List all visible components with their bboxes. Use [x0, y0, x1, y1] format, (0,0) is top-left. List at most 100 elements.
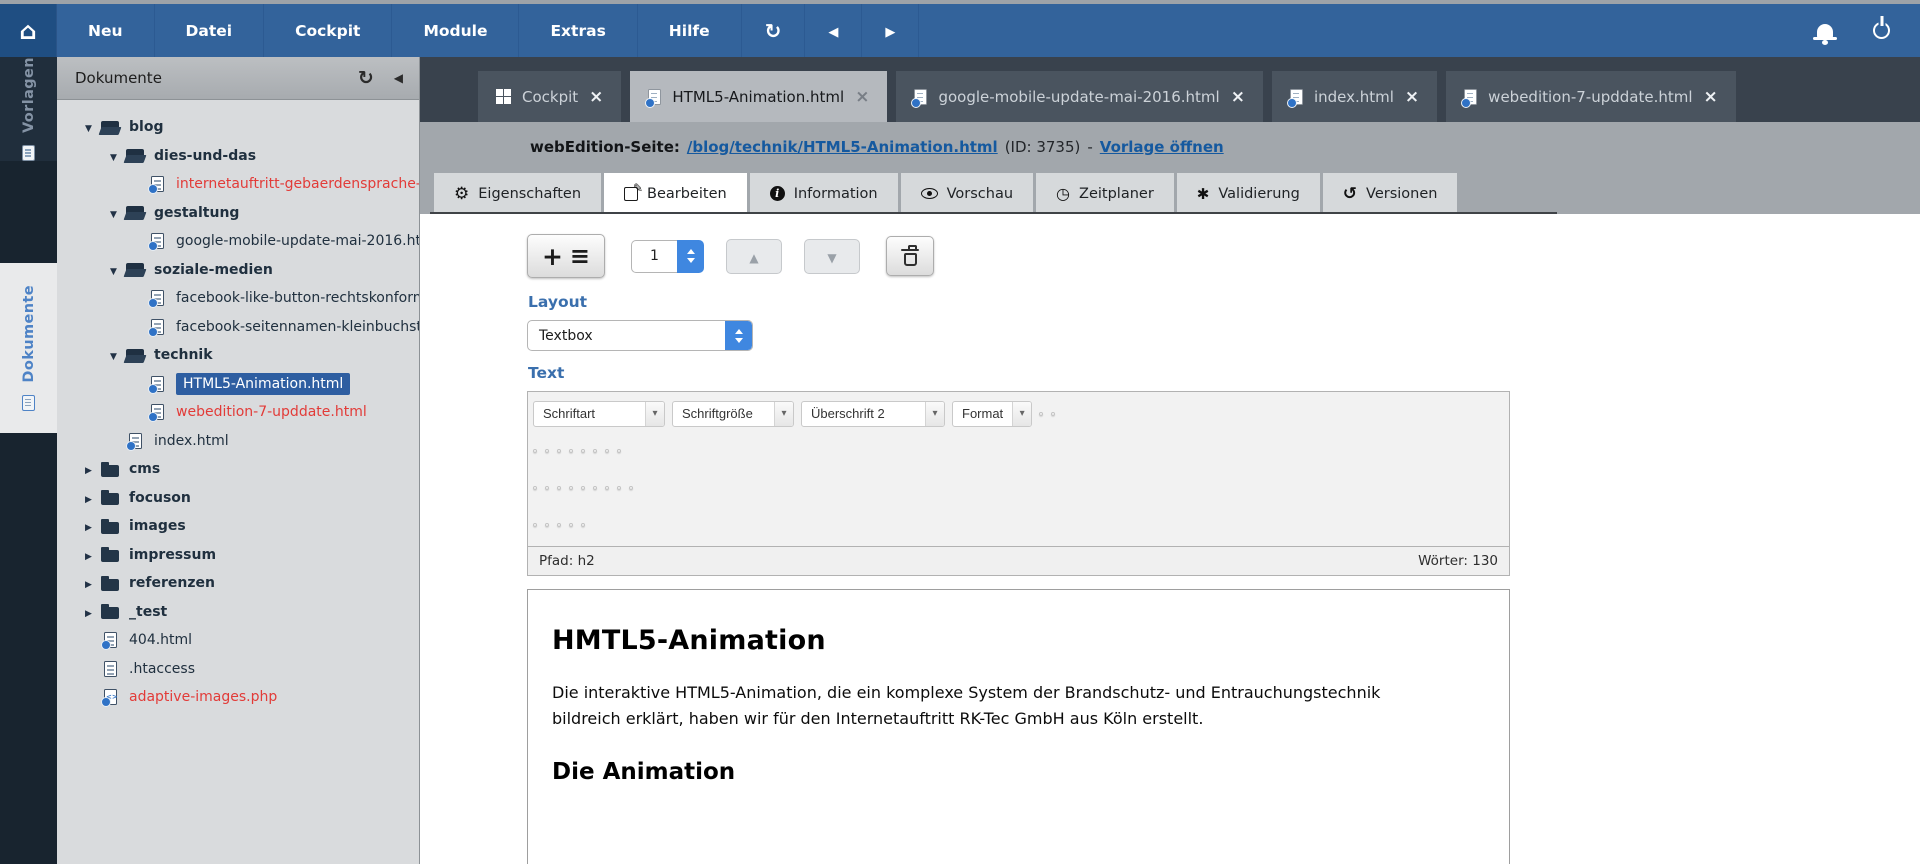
logout-button[interactable] — [1873, 4, 1890, 57]
move-down-button[interactable] — [804, 239, 860, 274]
toolbar-select-label: Schriftgröße — [673, 402, 774, 426]
tree-item-label: internetauftritt-gebaerdensprache-video — [176, 176, 419, 192]
history-forward-button[interactable] — [862, 4, 919, 57]
tree-item[interactable]: blog — [57, 113, 419, 142]
tree-item[interactable]: dies-und-das — [57, 142, 419, 171]
tree-item[interactable]: images — [57, 512, 419, 541]
section-tab[interactable]: Versionen — [1323, 173, 1458, 214]
rail-tab[interactable]: Dokumente — [0, 263, 57, 433]
tree-item-label: index.html — [154, 433, 229, 449]
toolbar-group — [581, 486, 585, 490]
menu-item[interactable]: Cockpit — [264, 4, 392, 57]
stepper-spinner[interactable] — [677, 240, 704, 273]
toolbar-group — [581, 523, 585, 527]
expander-icon[interactable] — [85, 461, 101, 477]
block-format-select[interactable]: Überschrift 2 — [801, 401, 945, 427]
tree-item[interactable]: focuson — [57, 484, 419, 513]
tree-item[interactable]: google-mobile-update-mai-2016.html — [57, 227, 419, 256]
close-tab-icon[interactable] — [589, 88, 603, 106]
editor-column: 1 Layout — [527, 233, 1510, 864]
tree-item[interactable]: .htaccess — [57, 655, 419, 684]
richtext-content[interactable]: HMTL5-Animation Die interaktive HTML5-An… — [527, 589, 1510, 864]
tree-refresh-button[interactable] — [358, 67, 374, 89]
menu-item[interactable]: Extras — [519, 4, 637, 57]
close-tab-icon[interactable] — [855, 88, 869, 106]
section-tab[interactable]: Validierung — [1177, 173, 1320, 214]
document-tab[interactable]: HTML5-Animation.html — [630, 71, 887, 122]
section-tab[interactable]: Bearbeiten — [604, 173, 747, 214]
section-tab[interactable]: Eigenschaften — [434, 173, 601, 214]
folder-closed-icon — [101, 575, 121, 592]
tree-item[interactable]: internetauftritt-gebaerdensprache-video — [57, 170, 419, 199]
document-tab[interactable]: webedition-7-upddate.html — [1446, 71, 1736, 122]
document-icon — [22, 395, 35, 411]
menu-item[interactable]: Module — [392, 4, 519, 57]
tree-item[interactable]: facebook-seitennamen-kleinbuchstaben — [57, 313, 419, 342]
power-icon — [1873, 22, 1890, 39]
section-tab[interactable]: Zeitplaner — [1036, 173, 1174, 214]
menu-item[interactable]: Neu — [57, 4, 155, 57]
editor-statusbar: Pfad: h2 Wörter: 130 — [527, 547, 1510, 576]
rail-tab[interactable]: Vorlagen — [0, 57, 57, 161]
toolbar-group — [1051, 412, 1055, 416]
section-tab[interactable]: Vorschau — [901, 173, 1033, 214]
tree-item[interactable]: facebook-like-button-rechtskonform-eins — [57, 284, 419, 313]
tree-item-label: images — [129, 518, 186, 534]
tree-item[interactable]: HTML5-Animation.html — [57, 370, 419, 399]
list-icon — [570, 244, 590, 268]
tree-item-label: cms — [129, 461, 160, 477]
section-tab[interactable]: Information — [750, 173, 898, 214]
folder-open-icon — [126, 347, 146, 364]
tree-item[interactable]: cms — [57, 455, 419, 484]
delete-block-button[interactable] — [886, 236, 934, 276]
document-tab[interactable]: google-mobile-update-mai-2016.html — [896, 71, 1263, 122]
expander-icon[interactable] — [85, 490, 101, 506]
page-info-bar: webEdition-Seite: /blog/technik/HTML5-An… — [420, 122, 1920, 171]
tree-item[interactable]: soziale-medien — [57, 256, 419, 285]
tree-item[interactable]: index.html — [57, 427, 419, 456]
close-tab-icon[interactable] — [1405, 88, 1419, 106]
folder-open-icon — [126, 147, 146, 164]
font-size-select[interactable]: Schriftgröße — [672, 401, 794, 427]
menu-item[interactable]: Hilfe — [638, 4, 742, 57]
add-block-button[interactable] — [527, 234, 605, 278]
main-menubar: NeuDateiCockpitModuleExtrasHilfe — [0, 4, 1920, 57]
folder-open-icon — [126, 261, 146, 278]
tree-item[interactable]: adaptive-images.php — [57, 683, 419, 712]
style-select[interactable]: Format — [952, 401, 1032, 427]
arrow-down-icon — [827, 247, 836, 266]
reload-button[interactable] — [742, 4, 806, 57]
file-icon — [151, 319, 164, 335]
home-button[interactable] — [0, 4, 57, 57]
tree-item[interactable]: webedition-7-upddate.html — [57, 398, 419, 427]
toolbar-group — [605, 486, 609, 490]
menu-item[interactable]: Datei — [155, 4, 265, 57]
layout-select[interactable]: Textbox — [527, 320, 753, 351]
tree-item[interactable]: referenzen — [57, 569, 419, 598]
page-path-link[interactable]: /blog/technik/HTML5-Animation.html — [687, 138, 998, 156]
tree-item[interactable]: 404.html — [57, 626, 419, 655]
tree-item[interactable]: impressum — [57, 541, 419, 570]
tree-item-label: facebook-like-button-rechtskonform-eins — [176, 290, 419, 306]
expander-icon[interactable] — [85, 575, 101, 591]
open-template-link[interactable]: Vorlage öffnen — [1100, 138, 1224, 156]
file-icon — [151, 290, 164, 306]
expander-icon[interactable] — [85, 518, 101, 534]
expander-icon[interactable] — [85, 604, 101, 620]
tree-item[interactable]: gestaltung — [57, 199, 419, 228]
tree-collapse-button[interactable] — [394, 71, 403, 85]
document-tab[interactable]: index.html — [1272, 71, 1437, 122]
font-family-select[interactable]: Schriftart — [533, 401, 665, 427]
expander-icon[interactable] — [85, 547, 101, 563]
document-tab[interactable]: Cockpit — [478, 71, 621, 122]
close-tab-icon[interactable] — [1231, 88, 1245, 106]
move-up-button[interactable] — [726, 239, 782, 274]
tree-item-label: technik — [154, 347, 213, 363]
close-tab-icon[interactable] — [1704, 88, 1718, 106]
notifications-button[interactable] — [1817, 4, 1833, 57]
history-back-button[interactable] — [805, 4, 862, 57]
edit-panel: 1 Layout — [420, 214, 1920, 864]
tree-item[interactable]: _test — [57, 598, 419, 627]
tree-item[interactable]: technik — [57, 341, 419, 370]
position-stepper[interactable]: 1 — [631, 240, 704, 273]
